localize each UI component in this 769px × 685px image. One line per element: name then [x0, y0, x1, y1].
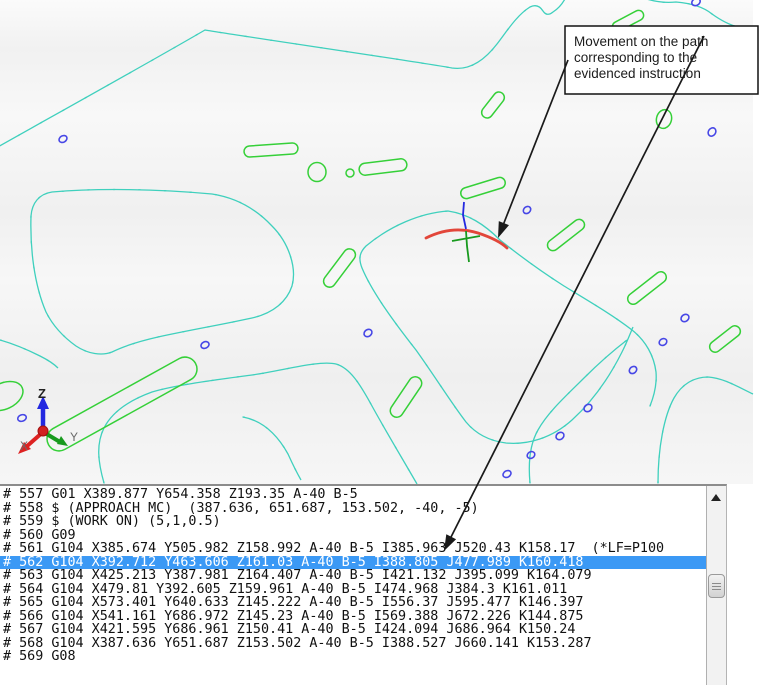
gcode-line[interactable]: # 568 G104 X387.636 Y651.687 Z153.502 A-…	[0, 637, 706, 651]
gcode-scrollbar[interactable]	[706, 486, 726, 685]
axis-z-label: Z	[38, 386, 46, 401]
toolpath-boundary-curves	[0, 0, 753, 484]
gcode-line[interactable]: # 557 G01 X389.877 Y654.358 Z193.35 A-40…	[0, 488, 706, 502]
gcode-line[interactable]: # 565 G104 X573.401 Y640.633 Z145.222 A-…	[0, 596, 706, 610]
gcode-line[interactable]: # 561 G104 X385.674 Y505.982 Z158.992 A-…	[0, 542, 706, 556]
axis-y-label: Y	[70, 430, 78, 444]
gcode-line[interactable]: # 559 $ (WORK ON) (5,1,0.5)	[0, 515, 706, 529]
gcode-line[interactable]: # 569 G08	[0, 650, 706, 664]
axis-x-label: X	[20, 439, 28, 453]
gcode-line[interactable]: # 560 G09	[0, 529, 706, 543]
gcode-line[interactable]: # 563 G104 X425.213 Y387.981 Z164.407 A-…	[0, 569, 706, 583]
gcode-line[interactable]: # 566 G104 X541.161 Y686.972 Z145.23 A-4…	[0, 610, 706, 624]
toolpath-node-dots	[0, 0, 753, 484]
scroll-up-arrow-icon[interactable]	[711, 494, 721, 501]
gcode-line[interactable]: # 567 G104 X421.595 Y686.961 Z150.41 A-4…	[0, 623, 706, 637]
gcode-line[interactable]: # 564 G104 X479.81 Y392.605 Z159.961 A-4…	[0, 583, 706, 597]
3d-viewport[interactable]: Z Y X	[0, 0, 769, 484]
gcode-line[interactable]: # 558 $ (APPROACH MC) (387.636, 651.687,…	[0, 502, 706, 516]
gcode-listing[interactable]: # 557 G01 X389.877 Y654.358 Z193.35 A-40…	[0, 486, 706, 685]
toolpath-scene: Z Y X	[0, 0, 769, 484]
gcode-panel: # 557 G01 X389.877 Y654.358 Z193.35 A-40…	[0, 484, 727, 685]
cam-simulator-window: Z Y X # 557 G01 X389.877 Y654.358 Z193.3…	[0, 0, 769, 685]
gcode-line-highlighted[interactable]: # 562 G104 X392.712 Y463.606 Z161.03 A-4…	[0, 556, 706, 570]
slot-outlines	[0, 9, 743, 456]
scrollbar-thumb[interactable]	[708, 574, 725, 598]
